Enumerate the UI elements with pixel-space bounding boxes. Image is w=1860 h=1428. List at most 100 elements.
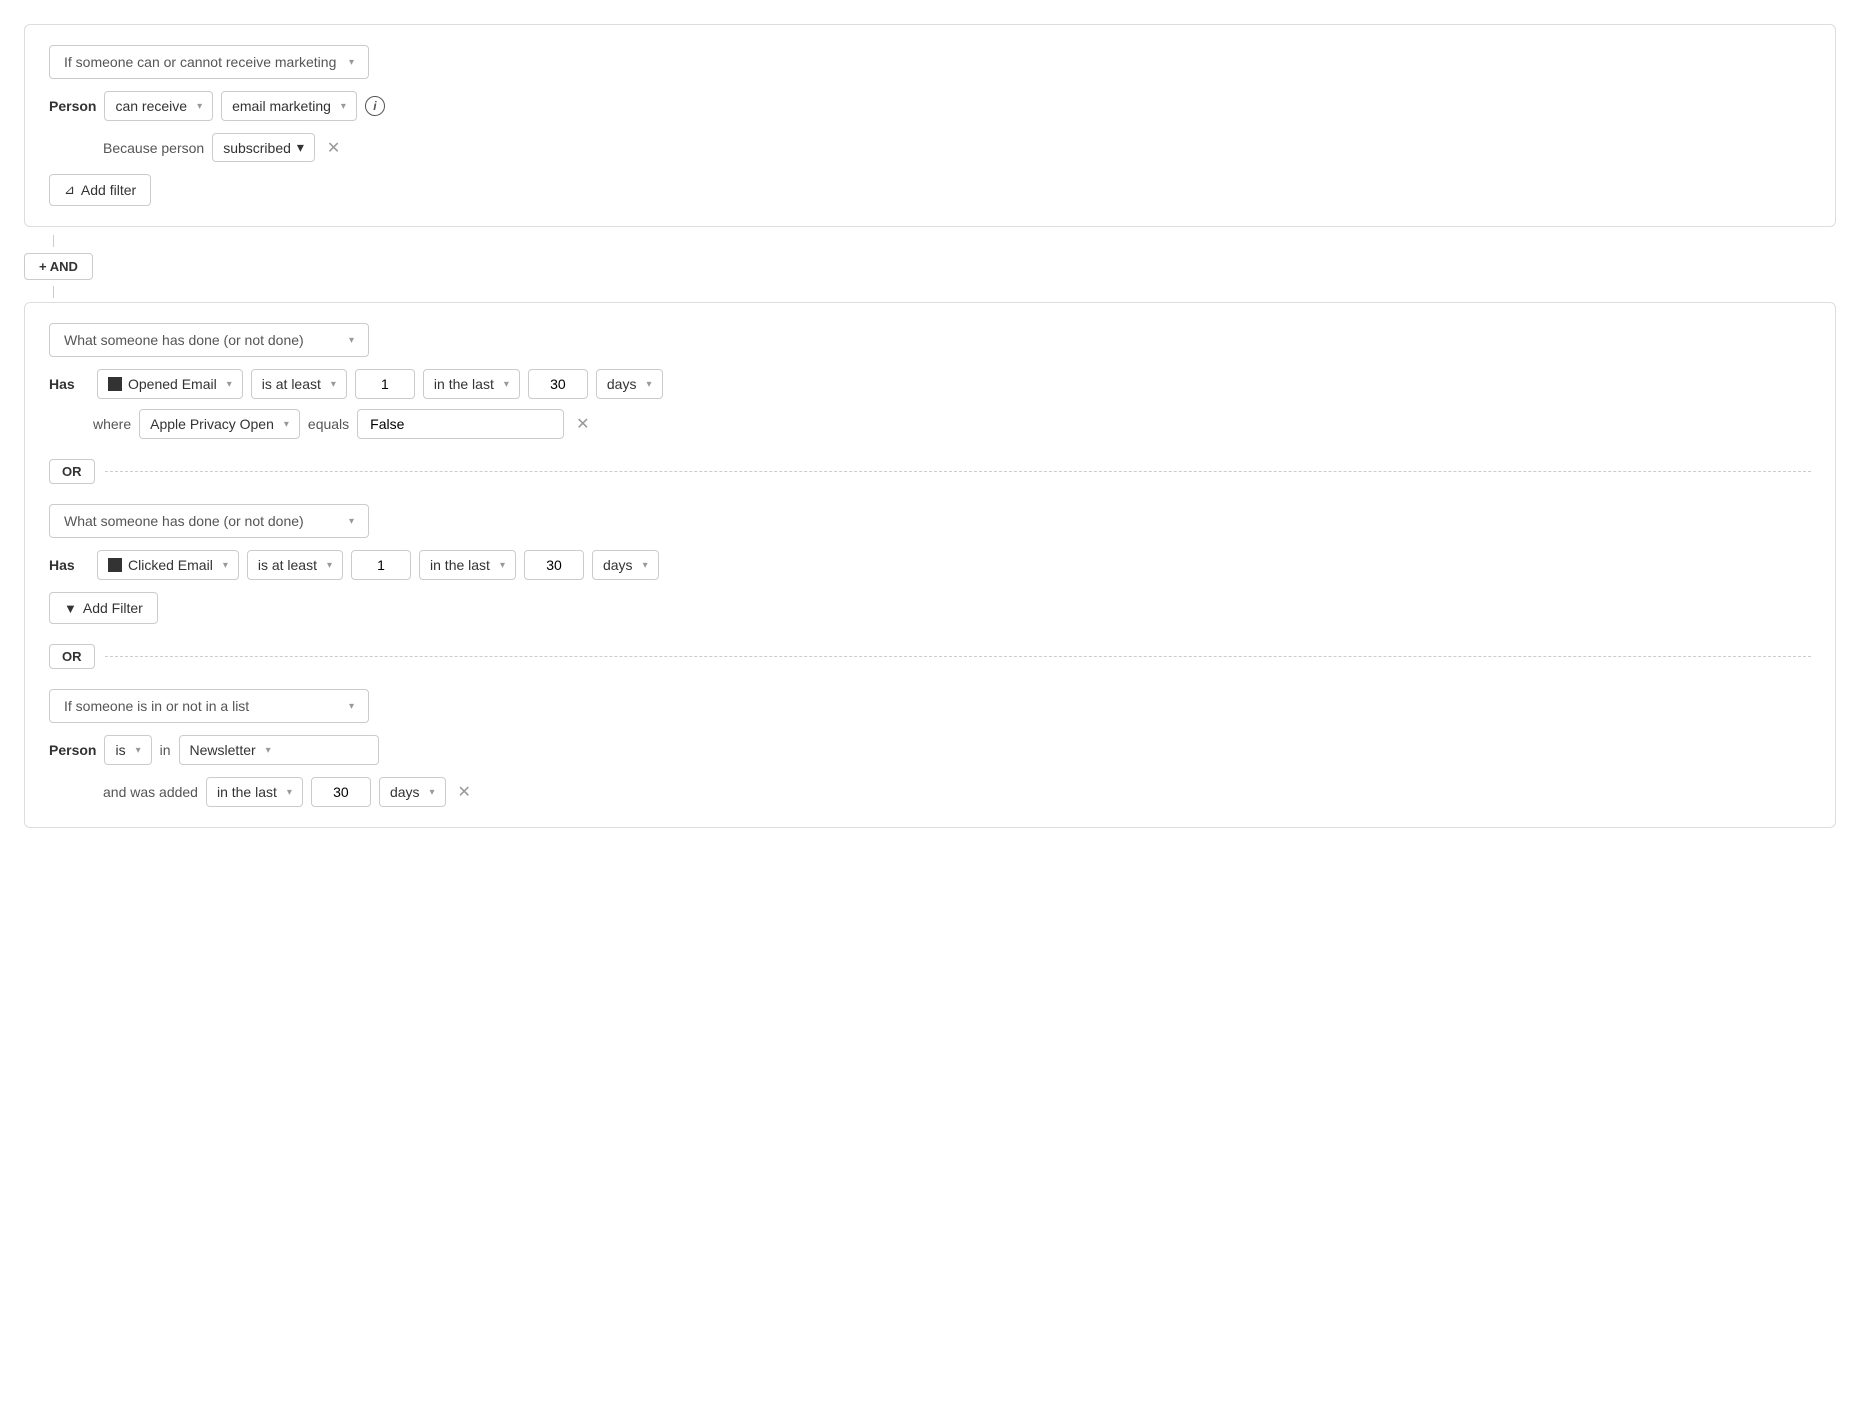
- list-section: If someone is in or not in a list ▾ Pers…: [49, 689, 1811, 807]
- chevron-down-icon: ▾: [349, 701, 354, 712]
- days-unit-label-3: days: [390, 784, 420, 800]
- add-filter-button[interactable]: ⊿ Add filter: [49, 174, 151, 206]
- days-unit-label-2: days: [603, 557, 633, 573]
- has-opened-email-row: Has Opened Email ▾ is at least ▾ in the …: [49, 369, 1811, 399]
- chevron-down-icon: ▾: [287, 787, 292, 798]
- clicked-email-label: Clicked Email: [128, 557, 213, 573]
- email-marketing-dropdown[interactable]: email marketing ▾: [221, 91, 357, 121]
- count-input-1[interactable]: [355, 369, 415, 399]
- opened-email-section: What someone has done (or not done) ▾ Ha…: [49, 323, 1811, 439]
- days-unit-dropdown-3[interactable]: days ▾: [379, 777, 446, 807]
- chevron-down-icon: ▾: [327, 560, 332, 571]
- chevron-down-icon: ▾: [331, 379, 336, 390]
- or-label-2: OR: [62, 649, 82, 664]
- in-label: in: [160, 742, 171, 758]
- where-row: where Apple Privacy Open ▾ equals ✕: [93, 409, 1811, 439]
- days-input-1[interactable]: [528, 369, 588, 399]
- newsletter-label: Newsletter: [190, 742, 256, 758]
- in-the-last-dropdown-1[interactable]: in the last ▾: [423, 369, 520, 399]
- or-dashed-line-2: [105, 656, 1812, 657]
- has-clicked-email-row: Has Clicked Email ▾ is at least ▾ in the…: [49, 550, 1811, 580]
- add-filter-label: Add filter: [81, 182, 136, 198]
- chevron-down-icon: ▾: [136, 745, 141, 756]
- main-dropdown-marketing[interactable]: If someone can or cannot receive marketi…: [49, 45, 369, 79]
- has-label-1: Has: [49, 376, 89, 392]
- section-marketing: If someone can or cannot receive marketi…: [24, 24, 1836, 227]
- filter-icon-2: ▼: [64, 601, 77, 616]
- opened-email-label: Opened Email: [128, 376, 217, 392]
- can-receive-label: can receive: [115, 98, 187, 114]
- count-input-2[interactable]: [351, 550, 411, 580]
- in-the-last-dropdown-2[interactable]: in the last ▾: [419, 550, 516, 580]
- subscribed-label: subscribed: [223, 140, 291, 156]
- close-icon[interactable]: ✕: [323, 136, 344, 160]
- days-input-3[interactable]: [311, 777, 371, 807]
- false-input[interactable]: [357, 409, 564, 439]
- or-button-2[interactable]: OR: [49, 644, 95, 669]
- what-done-dropdown-2[interactable]: What someone has done (or not done) ▾: [49, 504, 369, 538]
- or-button-1[interactable]: OR: [49, 459, 95, 484]
- chevron-down-icon: ▾: [504, 379, 509, 390]
- main-dropdown-marketing-label: If someone can or cannot receive marketi…: [64, 54, 336, 70]
- apple-privacy-label: Apple Privacy Open: [150, 416, 274, 432]
- or-separator-1: OR: [49, 449, 1811, 494]
- or-separator-2: OR: [49, 634, 1811, 679]
- is-dropdown[interactable]: is ▾: [104, 735, 151, 765]
- days-input-2[interactable]: [524, 550, 584, 580]
- and-was-added-label: and was added: [103, 784, 198, 800]
- chevron-down-icon: ▾: [341, 101, 346, 112]
- is-at-least-dropdown-2[interactable]: is at least ▾: [247, 550, 343, 580]
- person-row: Person can receive ▾ email marketing ▾ i: [49, 91, 1811, 121]
- close-added-icon[interactable]: ✕: [454, 780, 475, 804]
- chevron-down-icon: ▾: [227, 379, 232, 390]
- is-at-least-dropdown-1[interactable]: is at least ▾: [251, 369, 347, 399]
- can-receive-dropdown[interactable]: can receive ▾: [104, 91, 213, 121]
- person-list-row: Person is ▾ in Newsletter ▾: [49, 735, 1811, 765]
- newsletter-dropdown[interactable]: Newsletter ▾: [179, 735, 379, 765]
- or-label-1: OR: [62, 464, 82, 479]
- add-filter-button-2[interactable]: ▼ Add Filter: [49, 592, 158, 624]
- in-the-last-dropdown-3[interactable]: in the last ▾: [206, 777, 303, 807]
- email-marketing-label: email marketing: [232, 98, 331, 114]
- close-where-icon[interactable]: ✕: [572, 412, 593, 436]
- and-button[interactable]: + AND: [24, 253, 93, 280]
- is-at-least-label-1: is at least: [262, 376, 321, 392]
- chevron-down-icon: ▾: [284, 419, 289, 430]
- connector-line-bottom: [53, 286, 54, 298]
- apple-privacy-dropdown[interactable]: Apple Privacy Open ▾: [139, 409, 300, 439]
- what-done-label-1: What someone has done (or not done): [64, 332, 304, 348]
- and-connector: + AND: [24, 235, 1836, 298]
- and-button-label: + AND: [39, 259, 78, 274]
- chevron-down-icon: ▾: [643, 560, 648, 571]
- chevron-down-icon: ▾: [500, 560, 505, 571]
- because-person-label: Because person: [103, 140, 204, 156]
- subscribed-dropdown[interactable]: subscribed ▾: [212, 133, 315, 162]
- what-done-dropdown-1[interactable]: What someone has done (or not done) ▾: [49, 323, 369, 357]
- opened-email-dropdown[interactable]: Opened Email ▾: [97, 369, 243, 399]
- chevron-down-icon: ▾: [223, 560, 228, 571]
- chevron-down-icon: ▾: [430, 787, 435, 798]
- clicked-email-dropdown[interactable]: Clicked Email ▾: [97, 550, 239, 580]
- event-icon-1: [108, 377, 122, 391]
- connector-line-top: [53, 235, 54, 247]
- chevron-down-icon: ▾: [297, 139, 304, 156]
- is-at-least-label-2: is at least: [258, 557, 317, 573]
- chevron-down-icon: ▾: [349, 335, 354, 346]
- person-label: Person: [49, 98, 96, 114]
- chevron-down-icon: ▾: [349, 516, 354, 527]
- equals-label: equals: [308, 416, 349, 432]
- info-icon[interactable]: i: [365, 96, 385, 116]
- where-label: where: [93, 416, 131, 432]
- chevron-down-icon: ▾: [646, 379, 651, 390]
- or-dashed-line-1: [105, 471, 1812, 472]
- person-label-2: Person: [49, 742, 96, 758]
- in-the-last-label-1: in the last: [434, 376, 494, 392]
- list-dropdown[interactable]: If someone is in or not in a list ▾: [49, 689, 369, 723]
- chevron-down-icon: ▾: [349, 57, 354, 68]
- in-the-last-label-3: in the last: [217, 784, 277, 800]
- has-label-2: Has: [49, 557, 89, 573]
- days-unit-dropdown-2[interactable]: days ▾: [592, 550, 659, 580]
- days-unit-dropdown-1[interactable]: days ▾: [596, 369, 663, 399]
- chevron-down-icon: ▾: [266, 745, 271, 756]
- in-the-last-label-2: in the last: [430, 557, 490, 573]
